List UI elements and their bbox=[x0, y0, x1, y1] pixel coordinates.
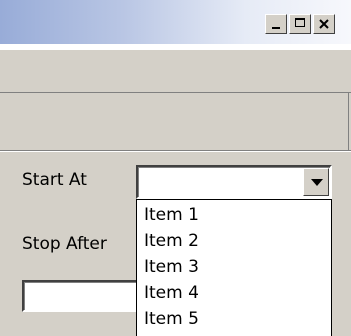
stop-after-field[interactable] bbox=[22, 280, 142, 312]
stop-after-label: Stop After bbox=[22, 234, 107, 254]
dropdown-item[interactable]: Item 5 bbox=[144, 309, 199, 329]
title-bar[interactable] bbox=[0, 0, 351, 44]
chevron-down-icon bbox=[311, 179, 323, 186]
toolbar-separator bbox=[0, 150, 351, 152]
start-at-combobox[interactable] bbox=[136, 165, 332, 199]
menu-band bbox=[0, 50, 351, 92]
maximize-button[interactable] bbox=[289, 14, 311, 34]
dropdown-item[interactable]: Item 1 bbox=[144, 205, 199, 225]
start-at-dropdown-button[interactable] bbox=[303, 168, 329, 196]
minimize-button[interactable] bbox=[265, 14, 287, 34]
maximize-icon bbox=[295, 18, 305, 27]
start-at-label: Start At bbox=[22, 170, 87, 190]
minimize-icon bbox=[272, 27, 280, 29]
dropdown-item[interactable]: Item 4 bbox=[144, 283, 199, 303]
close-icon bbox=[319, 19, 329, 29]
start-at-dropdown-list: Item 1 Item 2 Item 3 Item 4 Item 5 bbox=[136, 199, 332, 336]
close-button[interactable] bbox=[313, 14, 335, 34]
dropdown-item[interactable]: Item 2 bbox=[144, 231, 199, 251]
app-window: Start At Stop After Item 1 Item 2 Item 3… bbox=[0, 0, 351, 336]
dropdown-item[interactable]: Item 3 bbox=[144, 257, 199, 277]
toolbar-area bbox=[0, 92, 351, 152]
